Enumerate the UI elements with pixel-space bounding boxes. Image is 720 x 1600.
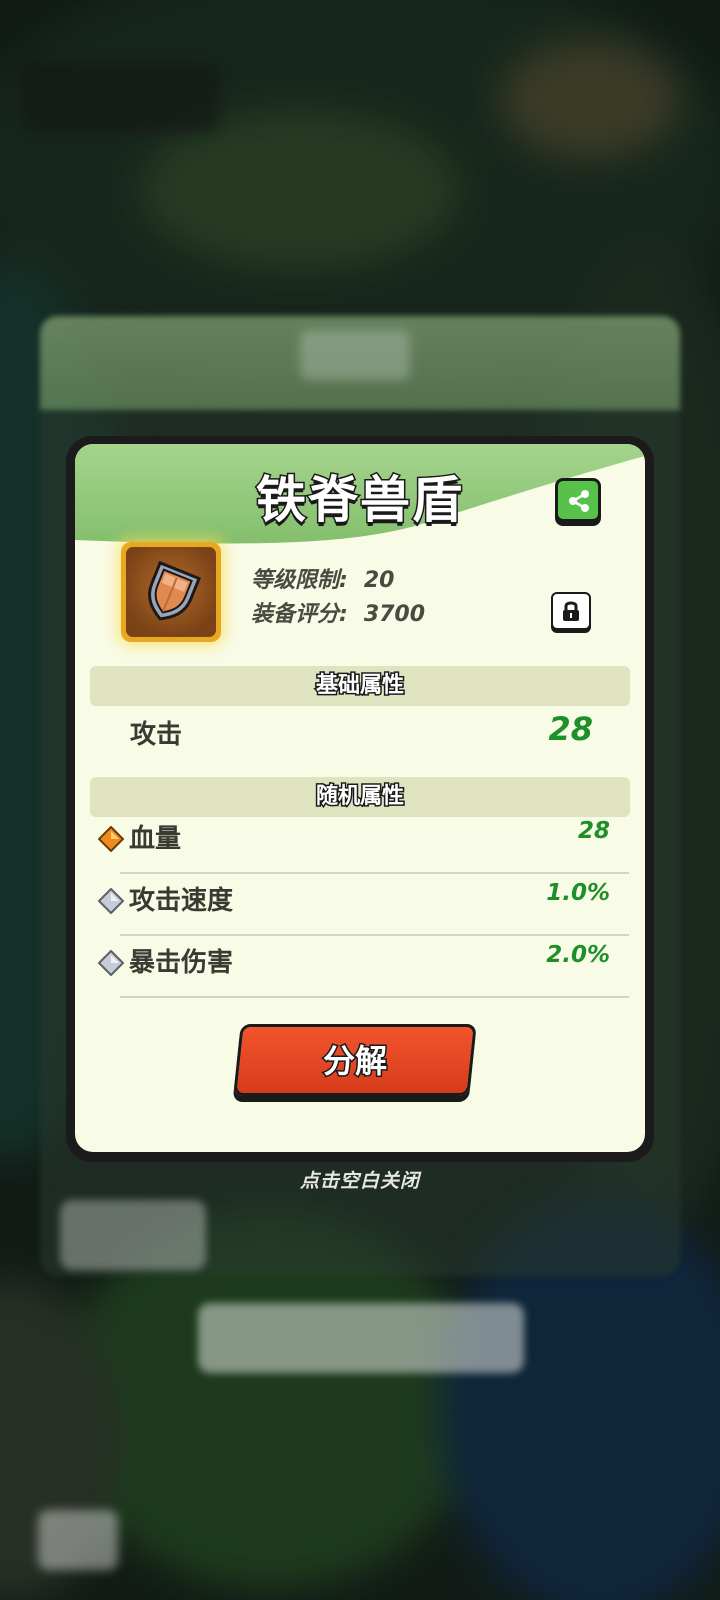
attack-label: 攻击 <box>130 720 183 750</box>
random-attribute-row: 暴击伤害 2.0% <box>95 936 629 998</box>
random-attributes-header: 随机属性 <box>90 777 630 817</box>
lock-button[interactable] <box>551 592 591 630</box>
share-icon <box>569 490 589 512</box>
tap-to-close-hint: 点击空白关闭 <box>299 1170 420 1192</box>
attack-value: 28 <box>548 710 593 748</box>
shield-icon <box>148 560 202 621</box>
item-icon-frame <box>121 542 221 642</box>
decompose-button-label: 分解 <box>321 1041 388 1082</box>
background-tab-1 <box>60 1200 206 1270</box>
attack-speed-value: 1.0% <box>546 880 610 906</box>
hp-value: 28 <box>577 818 610 844</box>
attack-speed-label: 攻击速度 <box>129 886 234 916</box>
random-attribute-row: 血量 28 <box>95 812 629 874</box>
background-panel-title <box>300 330 410 380</box>
crit-damage-label: 暴击伤害 <box>129 948 234 978</box>
background-button <box>198 1303 524 1373</box>
background-back-arrow-icon <box>38 1510 118 1570</box>
item-detail-modal: 铁脊兽盾 等级限制: 20 装备评分: 3700 基础属性 攻击 28 随机属性… <box>75 444 645 1152</box>
share-button[interactable] <box>555 478 601 522</box>
silver-gem-icon <box>98 888 124 914</box>
equipment-score: 装备评分: 3700 <box>251 596 425 628</box>
random-attribute-row: 攻击速度 1.0% <box>95 874 629 936</box>
silver-gem-icon <box>98 950 124 976</box>
background-top-bar <box>20 62 220 132</box>
level-requirement: 等级限制: 20 <box>251 562 394 594</box>
decompose-button[interactable]: 分解 <box>233 1024 477 1096</box>
crit-damage-value: 2.0% <box>546 942 610 968</box>
row-divider <box>120 996 629 998</box>
score-value: 3700 <box>363 602 426 627</box>
level-label: 等级限制: <box>251 568 348 593</box>
hp-label: 血量 <box>129 824 182 854</box>
orange-gem-icon <box>98 826 124 852</box>
lock-icon <box>563 601 579 621</box>
item-icon-background <box>126 547 216 637</box>
level-value: 20 <box>363 568 395 593</box>
score-label: 装备评分: <box>251 602 348 627</box>
base-attributes-header: 基础属性 <box>90 666 630 706</box>
